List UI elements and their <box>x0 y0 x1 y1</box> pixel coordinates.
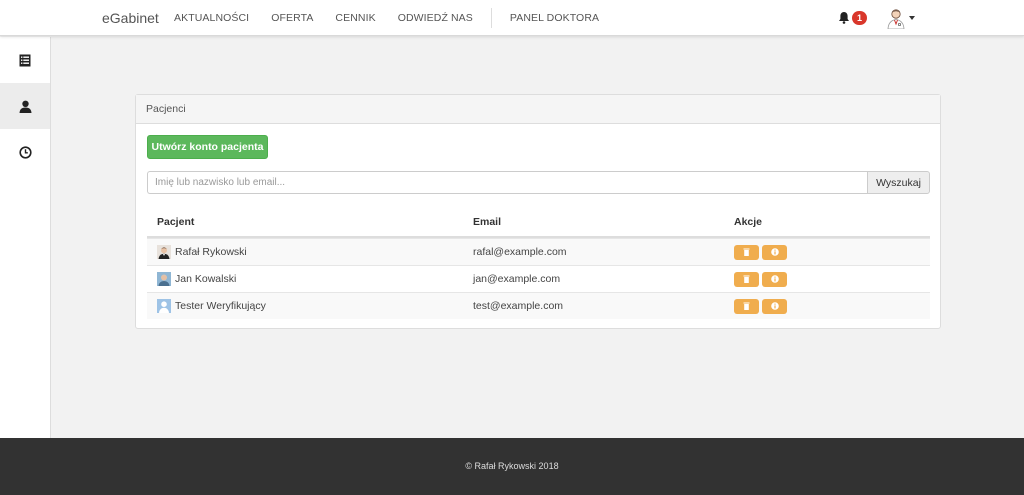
patient-name: Jan Kowalski <box>175 273 237 285</box>
footer-copyright: © Rafał Rykowski 2018 <box>465 461 559 471</box>
patient-info-button[interactable] <box>762 244 787 260</box>
patient-info-button[interactable] <box>762 298 787 314</box>
patient-email: test@example.com <box>473 300 564 312</box>
doctor-avatar-icon[interactable] <box>885 7 907 29</box>
footer: © Rafał Rykowski 2018 <box>0 438 1024 495</box>
patient-name: Rafał Rykowski <box>175 246 247 258</box>
delete-patient-button[interactable] <box>734 298 759 314</box>
patient-name: Tester Weryfikujący <box>175 300 266 312</box>
notification-badge[interactable]: 1 <box>852 11 867 25</box>
delete-patient-button[interactable] <box>734 271 759 287</box>
patient-email: rafal@example.com <box>473 246 567 258</box>
patient-email: jan@example.com <box>473 273 561 285</box>
patients-panel: Pacjenci Utwórz konto pacjenta Wyszukaj … <box>135 94 941 329</box>
list-icon <box>19 54 31 66</box>
table-row: Jan Kowalski jan@example.com <box>147 265 930 292</box>
info-icon <box>770 275 779 283</box>
table-row: Tester Weryfikujący test@example.com <box>147 292 930 319</box>
clock-icon <box>18 145 32 159</box>
sidebar <box>0 37 51 438</box>
brand-logo[interactable]: eGabinet <box>102 10 159 26</box>
trash-icon <box>743 248 750 256</box>
delete-patient-button[interactable] <box>734 244 759 260</box>
top-navbar: eGabinet AKTUALNOŚCI OFERTA CENNIK ODWIE… <box>0 0 1024 36</box>
column-header-email: Email <box>473 216 502 228</box>
info-icon <box>770 248 779 256</box>
user-icon <box>19 100 31 113</box>
sidebar-item-list[interactable] <box>0 37 50 83</box>
search-group: Wyszukaj <box>147 171 930 194</box>
patients-table: Pacjent Email Akcje Rafał Rykowski rafal… <box>147 208 930 319</box>
info-icon <box>770 302 779 310</box>
nav-link-doctor-panel[interactable]: PANEL DOKTORA <box>510 12 599 24</box>
chevron-down-icon[interactable] <box>909 16 915 20</box>
nav-link-offer[interactable]: OFERTA <box>271 12 313 24</box>
nav-link-visit[interactable]: ODWIEDŹ NAS <box>398 12 473 24</box>
trash-icon <box>743 275 750 283</box>
trash-icon <box>743 302 750 310</box>
avatar <box>157 272 171 286</box>
patient-cell: Tester Weryfikujący <box>147 299 473 313</box>
actions-cell <box>734 244 930 260</box>
patient-cell: Jan Kowalski <box>147 272 473 286</box>
bell-icon[interactable] <box>838 11 850 24</box>
column-header-actions: Akcje <box>734 216 763 228</box>
avatar <box>157 299 171 313</box>
nav-link-pricing[interactable]: CENNIK <box>335 12 375 24</box>
nav-divider <box>490 8 492 28</box>
nav-link-news[interactable]: AKTUALNOŚCI <box>174 12 249 24</box>
patient-cell: Rafał Rykowski <box>147 245 473 259</box>
search-input[interactable] <box>147 171 867 194</box>
actions-cell <box>734 298 930 314</box>
column-header-patient: Pacjent <box>157 216 195 228</box>
nav-links: AKTUALNOŚCI OFERTA CENNIK ODWIEDŹ NAS PA… <box>174 0 621 36</box>
sidebar-item-history[interactable] <box>0 129 50 175</box>
table-header: Pacjent Email Akcje <box>147 208 930 238</box>
avatar <box>157 245 171 259</box>
actions-cell <box>734 271 930 287</box>
panel-title: Pacjenci <box>136 95 940 124</box>
create-patient-button[interactable]: Utwórz konto pacjenta <box>147 135 268 159</box>
patient-info-button[interactable] <box>762 271 787 287</box>
table-row: Rafał Rykowski rafal@example.com <box>147 238 930 265</box>
search-button[interactable]: Wyszukaj <box>867 171 930 194</box>
sidebar-item-patients[interactable] <box>0 83 50 129</box>
